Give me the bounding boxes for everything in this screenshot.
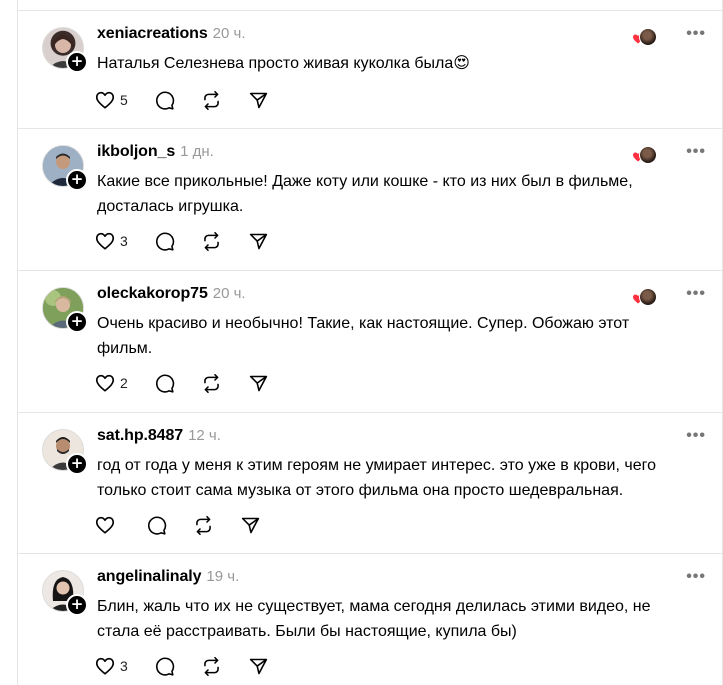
like-button[interactable]: 3 (94, 230, 128, 252)
comment-text: Очень красиво и необычно! Такие, как нас… (97, 315, 630, 357)
heart-outline-icon (95, 232, 115, 250)
timestamp[interactable]: 19 ч. (206, 568, 239, 585)
comment-header: angelinalinaly 19 ч. (97, 568, 239, 590)
comment-button[interactable] (146, 514, 167, 536)
like-button[interactable]: 5 (94, 89, 128, 111)
paper-plane-icon (249, 375, 267, 391)
like-count: 3 (120, 658, 128, 674)
heart-outline-icon (95, 91, 115, 109)
timestamp[interactable]: 20 ч. (213, 25, 246, 42)
follow-plus-icon[interactable]: + (66, 594, 88, 616)
comment-bubble-icon (155, 656, 174, 676)
share-button[interactable] (248, 89, 269, 111)
comment-text: Наталья Селезнева просто живая куколка б… (97, 55, 470, 72)
comment-button[interactable] (154, 372, 175, 394)
username[interactable]: sat.hp.8487 (97, 427, 183, 444)
like-button[interactable]: 2 (94, 372, 128, 394)
follow-plus-icon[interactable]: + (66, 311, 88, 333)
more-horizontal-icon[interactable]: ••• (686, 427, 706, 445)
comment-header: ikboljon_s 1 дн. (97, 143, 214, 165)
paper-plane-icon (241, 517, 260, 533)
heart-outline-icon (95, 374, 115, 392)
action-bar: 3 (94, 655, 295, 677)
timestamp[interactable]: 12 ч. (188, 427, 221, 444)
follow-plus-icon[interactable]: + (66, 169, 88, 191)
share-button[interactable] (248, 655, 269, 677)
action-bar: 2 (94, 372, 295, 394)
repost-arrows-icon (203, 90, 219, 110)
avatar-wrap[interactable]: + (42, 287, 88, 333)
author-avatar-mini (639, 146, 657, 164)
more-horizontal-icon[interactable]: ••• (686, 285, 706, 303)
more-horizontal-icon[interactable]: ••• (686, 143, 706, 161)
repost-arrows-icon (203, 656, 219, 676)
comment-text: год от года у меня к этим героям не умир… (97, 457, 656, 499)
avatar-wrap[interactable]: + (42, 145, 88, 191)
timestamp[interactable]: 1 дн. (180, 143, 214, 160)
author-avatar-mini (639, 288, 657, 306)
like-count: 3 (120, 233, 128, 249)
comment-post: + ikboljon_s 1 дн. ••• Какие все прикольн… (18, 129, 722, 271)
repost-button[interactable] (193, 514, 214, 536)
comment-bubble-icon (155, 231, 174, 251)
comment-header: oleckakorop75 20 ч. (97, 285, 246, 307)
comment-bubble-icon (155, 90, 174, 110)
comment-text: Блин, жаль что их не существует, мама се… (97, 598, 651, 640)
comment-header: xeniacreations 20 ч. (97, 25, 246, 47)
timestamp[interactable]: 20 ч. (213, 285, 246, 302)
comment-bubble-icon (148, 515, 167, 535)
avatar-wrap[interactable]: + (42, 27, 88, 73)
repost-button[interactable] (201, 372, 222, 394)
repost-button[interactable] (201, 230, 222, 252)
heart-outline-icon (95, 657, 115, 675)
comment-button[interactable] (154, 655, 175, 677)
paper-plane-icon (249, 233, 267, 249)
author-liked-reaction (632, 145, 658, 165)
comment-post: + angelinalinaly 19 ч. ••• Блин, жаль что… (18, 554, 722, 685)
comments-feed: + xeniacreations 20 ч. ••• Наталья Селезн… (17, 0, 723, 685)
comment-text: Какие все прикольные! Даже коту или кошк… (97, 173, 633, 215)
paper-plane-icon (249, 92, 267, 108)
username[interactable]: xeniacreations (97, 25, 208, 42)
follow-plus-icon[interactable]: + (66, 51, 88, 73)
username[interactable]: oleckakorop75 (97, 285, 208, 302)
avatar-wrap[interactable]: + (42, 570, 88, 616)
comment-button[interactable] (154, 230, 175, 252)
action-bar: 3 (94, 230, 295, 252)
share-button[interactable] (240, 514, 261, 536)
comment-header: sat.hp.8487 12 ч. (97, 427, 221, 449)
action-bar (94, 514, 287, 536)
username[interactable]: ikboljon_s (97, 143, 175, 160)
share-button[interactable] (248, 372, 269, 394)
repost-button[interactable] (201, 655, 222, 677)
repost-button[interactable] (201, 89, 222, 111)
repost-arrows-icon (196, 515, 211, 535)
like-count: 5 (120, 92, 128, 108)
comment-post: + oleckakorop75 20 ч. ••• Очень красиво и… (18, 271, 722, 413)
comment-post: + sat.hp.8487 12 ч. ••• год от года у мен… (18, 413, 722, 554)
like-count: 2 (120, 375, 128, 391)
comment-post: + xeniacreations 20 ч. ••• Наталья Селезн… (18, 11, 722, 129)
comment-button[interactable] (154, 89, 175, 111)
like-button[interactable]: 3 (94, 655, 128, 677)
follow-plus-icon[interactable]: + (66, 453, 88, 475)
comment-bubble-icon (155, 373, 174, 393)
share-button[interactable] (248, 230, 269, 252)
author-liked-reaction (632, 287, 658, 307)
heart-outline-icon (95, 516, 115, 534)
paper-plane-icon (249, 658, 267, 674)
avatar-wrap[interactable]: + (42, 429, 88, 475)
author-avatar-mini (639, 28, 657, 46)
username[interactable]: angelinalinaly (97, 568, 202, 585)
more-horizontal-icon[interactable]: ••• (686, 25, 706, 43)
repost-arrows-icon (203, 231, 219, 251)
like-button[interactable] (94, 514, 120, 536)
repost-arrows-icon (203, 373, 219, 393)
action-bar: 5 (94, 89, 295, 111)
author-liked-reaction (632, 27, 658, 47)
more-horizontal-icon[interactable]: ••• (686, 568, 706, 586)
